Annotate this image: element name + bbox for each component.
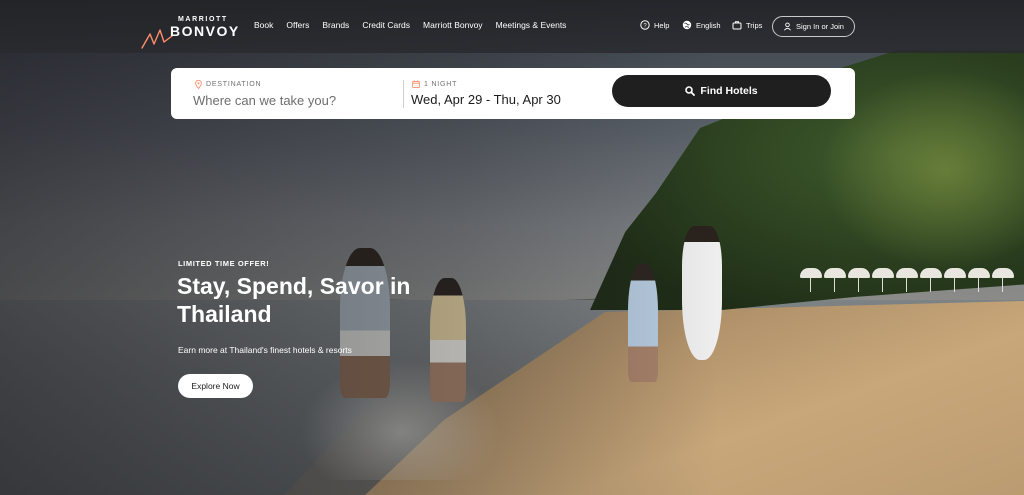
main-nav: Book Offers Brands Credit Cards Marriott… — [254, 20, 566, 30]
help-label: Help — [654, 20, 670, 30]
sign-in-button[interactable]: Sign In or Join — [772, 16, 855, 37]
logo-wordmark-main: BONVOY — [170, 23, 240, 39]
promo-kicker: LIMITED TIME OFFER! — [178, 259, 270, 268]
trips-link[interactable]: Trips — [732, 20, 762, 30]
destination-label: DESTINATION — [195, 80, 261, 89]
sign-in-label: Sign In or Join — [796, 22, 844, 31]
logo-wordmark-small: MARRIOTT — [178, 16, 228, 23]
find-hotels-button[interactable]: Find Hotels — [612, 75, 831, 107]
destination-label-text: DESTINATION — [206, 81, 262, 88]
nav-item-marriott-bonvoy[interactable]: Marriott Bonvoy — [423, 20, 483, 30]
help-circle-icon: ? — [640, 20, 650, 30]
site-header: MARRIOTT BONVOY Book Offers Brands Credi… — [0, 0, 1024, 53]
language-selector[interactable]: English — [682, 20, 721, 30]
language-label: English — [696, 20, 721, 30]
help-link[interactable]: ? Help — [640, 20, 669, 30]
nav-item-brands[interactable]: Brands — [322, 20, 349, 30]
hotel-search-bar: DESTINATION 1 NIGHT Wed, Apr 29 - Thu, A… — [171, 68, 855, 119]
search-divider — [403, 80, 404, 108]
nav-item-meetings-events[interactable]: Meetings & Events — [496, 20, 567, 30]
user-icon — [784, 22, 792, 31]
promo-title: Stay, Spend, Savor in Thailand — [177, 273, 411, 327]
date-range-field[interactable]: Wed, Apr 29 - Thu, Apr 30 — [411, 92, 561, 107]
globe-icon — [682, 20, 692, 30]
find-hotels-label: Find Hotels — [700, 85, 758, 97]
logo-swoosh-icon — [141, 29, 173, 49]
nav-item-credit-cards[interactable]: Credit Cards — [362, 20, 410, 30]
explore-now-button[interactable]: Explore Now — [178, 374, 253, 398]
nav-item-offers[interactable]: Offers — [286, 20, 309, 30]
nights-label-text: 1 NIGHT — [424, 80, 458, 88]
promo-subtitle: Earn more at Thailand's finest hotels & … — [178, 345, 352, 355]
trips-label: Trips — [746, 20, 763, 30]
calendar-icon — [412, 80, 420, 88]
suitcase-icon — [732, 21, 742, 30]
nav-item-book[interactable]: Book — [254, 20, 273, 30]
map-pin-icon — [195, 80, 202, 89]
marriott-bonvoy-logo[interactable]: MARRIOTT BONVOY — [140, 10, 240, 50]
destination-input[interactable] — [193, 90, 393, 110]
nights-label: 1 NIGHT — [412, 80, 457, 88]
search-icon — [685, 86, 696, 96]
